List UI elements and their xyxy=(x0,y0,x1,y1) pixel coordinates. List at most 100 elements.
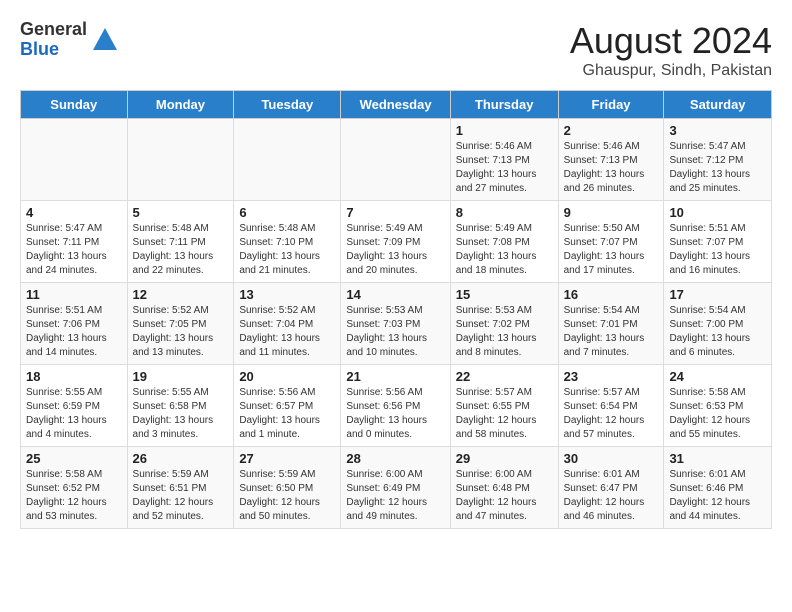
weekday-header-row: SundayMondayTuesdayWednesdayThursdayFrid… xyxy=(21,91,772,119)
calendar-cell: 22Sunrise: 5:57 AM Sunset: 6:55 PM Dayli… xyxy=(450,365,558,447)
day-info: Sunrise: 5:56 AM Sunset: 6:56 PM Dayligh… xyxy=(346,386,444,442)
calendar-cell: 23 Sunrise: 5:57 AM Sunset: 6:54 PM Dayli… xyxy=(558,365,664,447)
day-number: 27 xyxy=(239,451,335,466)
day-number: 23 xyxy=(564,369,659,384)
day-number: 1 xyxy=(456,123,553,138)
day-number: 19 xyxy=(133,369,229,384)
calendar-cell xyxy=(127,119,234,201)
calendar-cell: 18 Sunrise: 5:55 AM Sunset: 6:59 PM Dayli… xyxy=(21,365,128,447)
logo-general-text: General xyxy=(20,20,87,40)
day-number: 25 xyxy=(26,451,122,466)
day-number: 18 xyxy=(26,369,122,384)
day-number: 17 xyxy=(669,287,766,302)
day-info: Sunrise: 5:59 AM Sunset: 6:50 PM Dayligh… xyxy=(239,468,335,524)
calendar-cell: 13Sunrise: 5:52 AM Sunset: 7:04 PM Dayli… xyxy=(234,283,341,365)
calendar-cell: 30Sunrise: 6:01 AM Sunset: 6:47 PM Dayli… xyxy=(558,447,664,529)
calendar-cell: 1 Sunrise: 5:46 AM Sunset: 7:13 PM Daylig… xyxy=(450,119,558,201)
day-info: Sunrise: 5:46 AM Sunset: 7:13 PM Dayligh… xyxy=(456,140,553,196)
day-number: 15 xyxy=(456,287,553,302)
day-number: 9 xyxy=(564,205,659,220)
calendar-cell: 7Sunrise: 5:49 AM Sunset: 7:09 PM Daylig… xyxy=(341,201,450,283)
day-info: Sunrise: 5:58 AM Sunset: 6:53 PM Dayligh… xyxy=(669,386,766,442)
calendar-cell: 5 Sunrise: 5:48 AM Sunset: 7:11 PM Daylig… xyxy=(127,201,234,283)
calendar-week-4: 18 Sunrise: 5:55 AM Sunset: 6:59 PM Dayli… xyxy=(21,365,772,447)
logo-icon xyxy=(91,26,119,54)
calendar-cell: 25Sunrise: 5:58 AM Sunset: 6:52 PM Dayli… xyxy=(21,447,128,529)
calendar-cell: 24 Sunrise: 5:58 AM Sunset: 6:53 PM Dayli… xyxy=(664,365,772,447)
day-info: Sunrise: 5:56 AM Sunset: 6:57 PM Dayligh… xyxy=(239,386,335,442)
day-info: Sunrise: 5:46 AM Sunset: 7:13 PM Dayligh… xyxy=(564,140,659,196)
calendar-cell: 21 Sunrise: 5:56 AM Sunset: 6:56 PM Dayli… xyxy=(341,365,450,447)
day-number: 21 xyxy=(346,369,444,384)
calendar-cell: 6 Sunrise: 5:48 AM Sunset: 7:10 PM Daylig… xyxy=(234,201,341,283)
day-number: 10 xyxy=(669,205,766,220)
day-number: 4 xyxy=(26,205,122,220)
day-info: Sunrise: 6:01 AM Sunset: 6:46 PM Dayligh… xyxy=(669,468,766,524)
weekday-header-tuesday: Tuesday xyxy=(234,91,341,119)
calendar-cell: 26 Sunrise: 5:59 AM Sunset: 6:51 PM Dayli… xyxy=(127,447,234,529)
day-info: Sunrise: 5:48 AM Sunset: 7:11 PM Dayligh… xyxy=(133,222,229,278)
calendar-cell: 28Sunrise: 6:00 AM Sunset: 6:49 PM Dayli… xyxy=(341,447,450,529)
title-block: August 2024 Ghauspur, Sindh, Pakistan xyxy=(570,20,772,80)
day-number: 22 xyxy=(456,369,553,384)
day-number: 30 xyxy=(564,451,659,466)
calendar-cell xyxy=(21,119,128,201)
calendar-cell: 12Sunrise: 5:52 AM Sunset: 7:05 PM Dayli… xyxy=(127,283,234,365)
calendar-cell: 11Sunrise: 5:51 AM Sunset: 7:06 PM Dayli… xyxy=(21,283,128,365)
day-number: 20 xyxy=(239,369,335,384)
day-number: 2 xyxy=(564,123,659,138)
day-number: 24 xyxy=(669,369,766,384)
weekday-header-sunday: Sunday xyxy=(21,91,128,119)
calendar-week-3: 11Sunrise: 5:51 AM Sunset: 7:06 PM Dayli… xyxy=(21,283,772,365)
calendar-cell: 29Sunrise: 6:00 AM Sunset: 6:48 PM Dayli… xyxy=(450,447,558,529)
day-info: Sunrise: 5:49 AM Sunset: 7:09 PM Dayligh… xyxy=(346,222,444,278)
day-number: 14 xyxy=(346,287,444,302)
calendar-cell xyxy=(341,119,450,201)
day-number: 3 xyxy=(669,123,766,138)
day-number: 6 xyxy=(239,205,335,220)
day-info: Sunrise: 5:48 AM Sunset: 7:10 PM Dayligh… xyxy=(239,222,335,278)
calendar-cell xyxy=(234,119,341,201)
day-info: Sunrise: 5:47 AM Sunset: 7:12 PM Dayligh… xyxy=(669,140,766,196)
day-number: 31 xyxy=(669,451,766,466)
calendar-cell: 31 Sunrise: 6:01 AM Sunset: 6:46 PM Dayli… xyxy=(664,447,772,529)
logo: General Blue xyxy=(20,20,119,60)
page-header: General Blue August 2024 Ghauspur, Sindh… xyxy=(20,20,772,80)
day-info: Sunrise: 5:50 AM Sunset: 7:07 PM Dayligh… xyxy=(564,222,659,278)
day-number: 26 xyxy=(133,451,229,466)
weekday-header-friday: Friday xyxy=(558,91,664,119)
calendar-cell: 17 Sunrise: 5:54 AM Sunset: 7:00 PM Dayli… xyxy=(664,283,772,365)
day-info: Sunrise: 5:47 AM Sunset: 7:11 PM Dayligh… xyxy=(26,222,122,278)
calendar-week-2: 4 Sunrise: 5:47 AM Sunset: 7:11 PM Daylig… xyxy=(21,201,772,283)
calendar-cell: 8Sunrise: 5:49 AM Sunset: 7:08 PM Daylig… xyxy=(450,201,558,283)
weekday-header-saturday: Saturday xyxy=(664,91,772,119)
day-info: Sunrise: 5:57 AM Sunset: 6:54 PM Dayligh… xyxy=(564,386,659,442)
day-info: Sunrise: 5:52 AM Sunset: 7:04 PM Dayligh… xyxy=(239,304,335,360)
day-number: 16 xyxy=(564,287,659,302)
calendar-cell: 20 Sunrise: 5:56 AM Sunset: 6:57 PM Dayli… xyxy=(234,365,341,447)
weekday-header-thursday: Thursday xyxy=(450,91,558,119)
calendar-week-5: 25Sunrise: 5:58 AM Sunset: 6:52 PM Dayli… xyxy=(21,447,772,529)
day-info: Sunrise: 5:59 AM Sunset: 6:51 PM Dayligh… xyxy=(133,468,229,524)
calendar-cell: 4 Sunrise: 5:47 AM Sunset: 7:11 PM Daylig… xyxy=(21,201,128,283)
day-info: Sunrise: 5:54 AM Sunset: 7:01 PM Dayligh… xyxy=(564,304,659,360)
calendar-cell: 9 Sunrise: 5:50 AM Sunset: 7:07 PM Daylig… xyxy=(558,201,664,283)
day-info: Sunrise: 5:51 AM Sunset: 7:07 PM Dayligh… xyxy=(669,222,766,278)
calendar-cell: 27 Sunrise: 5:59 AM Sunset: 6:50 PM Dayli… xyxy=(234,447,341,529)
day-info: Sunrise: 5:55 AM Sunset: 6:59 PM Dayligh… xyxy=(26,386,122,442)
day-number: 28 xyxy=(346,451,444,466)
calendar-cell: 10 Sunrise: 5:51 AM Sunset: 7:07 PM Dayli… xyxy=(664,201,772,283)
month-year-title: August 2024 xyxy=(570,20,772,62)
day-info: Sunrise: 5:53 AM Sunset: 7:03 PM Dayligh… xyxy=(346,304,444,360)
day-info: Sunrise: 6:00 AM Sunset: 6:48 PM Dayligh… xyxy=(456,468,553,524)
day-info: Sunrise: 5:54 AM Sunset: 7:00 PM Dayligh… xyxy=(669,304,766,360)
calendar-cell: 14 Sunrise: 5:53 AM Sunset: 7:03 PM Dayli… xyxy=(341,283,450,365)
location-subtitle: Ghauspur, Sindh, Pakistan xyxy=(570,62,772,80)
logo-blue-text: Blue xyxy=(20,40,87,60)
day-info: Sunrise: 5:52 AM Sunset: 7:05 PM Dayligh… xyxy=(133,304,229,360)
calendar-cell: 19Sunrise: 5:55 AM Sunset: 6:58 PM Dayli… xyxy=(127,365,234,447)
calendar-table: SundayMondayTuesdayWednesdayThursdayFrid… xyxy=(20,90,772,529)
calendar-cell: 15Sunrise: 5:53 AM Sunset: 7:02 PM Dayli… xyxy=(450,283,558,365)
day-number: 5 xyxy=(133,205,229,220)
day-number: 8 xyxy=(456,205,553,220)
